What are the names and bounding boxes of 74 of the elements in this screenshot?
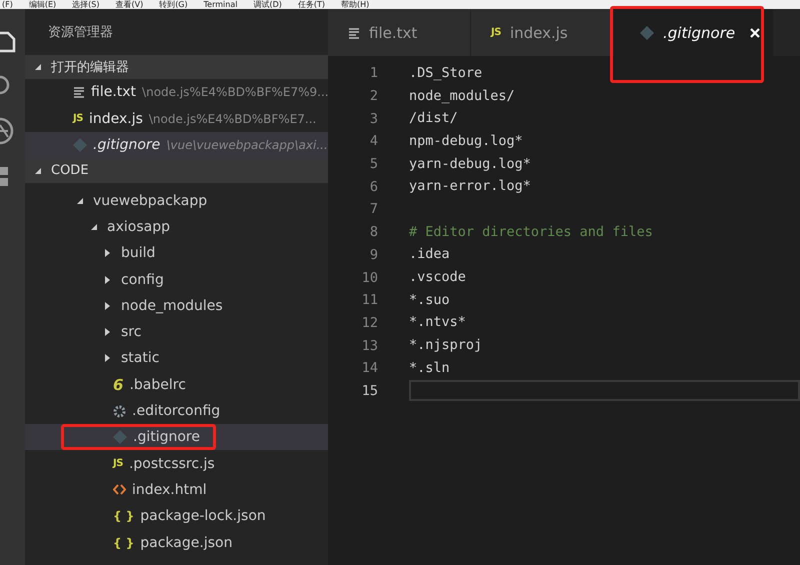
gear-icon bbox=[113, 404, 126, 418]
code-line: yarn-error.log* bbox=[409, 177, 532, 196]
tree-item[interactable]: build bbox=[25, 240, 328, 266]
open-editor-item[interactable]: file.txt \node.js%E4%BD%BF%E7%9... bbox=[25, 79, 328, 106]
line-number: 14 bbox=[360, 360, 378, 376]
js-icon: JS bbox=[491, 27, 501, 38]
code-line: *.njsproj bbox=[409, 336, 484, 356]
menu-item[interactable]: 编辑(E) bbox=[28, 0, 56, 9]
line-number: 12 bbox=[360, 314, 378, 331]
diamond-icon bbox=[73, 138, 87, 152]
editor-tab[interactable]: file.txt bbox=[328, 9, 471, 56]
braces-icon: { } bbox=[113, 536, 134, 550]
line-number: 1 bbox=[368, 65, 378, 82]
files-icon[interactable] bbox=[0, 31, 16, 53]
diamond-icon bbox=[113, 430, 127, 444]
code-line: node_modules/ bbox=[409, 86, 516, 106]
tree-item[interactable]: { } package.json bbox=[25, 529, 328, 556]
line-number: 5 bbox=[368, 156, 378, 172]
diamond-icon bbox=[640, 26, 654, 40]
babel-icon: 6 bbox=[113, 376, 124, 394]
tree-item[interactable]: index.html bbox=[25, 476, 328, 504]
tree-item[interactable]: 6 .babelrc bbox=[25, 372, 328, 398]
line-number: 8 bbox=[368, 224, 378, 240]
lines-icon bbox=[348, 26, 360, 38]
section-header[interactable]: CODE bbox=[25, 158, 328, 182]
line-number: 11 bbox=[360, 292, 378, 308]
line-number: 7 bbox=[368, 201, 378, 218]
close-icon[interactable] bbox=[750, 28, 760, 38]
js-icon: JS bbox=[73, 113, 83, 124]
open-editor-item[interactable]: .gitignore \vue\vuewebpackapp\axi... bbox=[25, 132, 328, 158]
line-number: 15 bbox=[360, 382, 378, 399]
editor-tab[interactable]: .gitignore bbox=[614, 9, 774, 56]
menu-item[interactable]: 转到(G) bbox=[159, 0, 188, 9]
tree-item[interactable]: src bbox=[25, 318, 328, 346]
code-line: /dist/ bbox=[409, 109, 459, 128]
braces-icon: { } bbox=[113, 509, 134, 524]
code-line: # Editor directories and files bbox=[409, 222, 654, 242]
line-number: 6 bbox=[368, 178, 378, 195]
lines-icon bbox=[73, 86, 85, 98]
menu-item[interactable]: 调试(D) bbox=[253, 0, 282, 9]
tree-item[interactable]: node_modules bbox=[25, 292, 328, 319]
angle-brackets-icon bbox=[113, 484, 126, 496]
menu-item[interactable]: (F) bbox=[2, 0, 13, 9]
code-line: npm-debug.log* bbox=[409, 132, 524, 151]
tree-item[interactable]: config bbox=[25, 266, 328, 293]
code-line: *.ntvs* bbox=[409, 313, 467, 332]
section-header[interactable]: 打开的编辑器 bbox=[25, 55, 328, 79]
code-line: *.sln bbox=[409, 358, 451, 378]
code-line: .vscode bbox=[409, 268, 467, 288]
line-number: 10 bbox=[360, 270, 378, 286]
menu-item[interactable]: 查看(V) bbox=[115, 0, 144, 9]
tree-item[interactable]: .editorconfig bbox=[25, 398, 328, 424]
open-editor-item[interactable]: JS index.js \node.js%E4%BD%BF%E7... bbox=[25, 106, 328, 132]
tree-item[interactable]: JS .postcssrc.js bbox=[25, 450, 328, 477]
menu-item[interactable]: 任务(T) bbox=[298, 0, 325, 9]
tree-item[interactable]: { } package-lock.json bbox=[25, 503, 328, 530]
sidebar-title: 资源管理器 bbox=[47, 24, 114, 42]
menu-item[interactable]: Terminal bbox=[204, 0, 238, 9]
line-number: 9 bbox=[368, 246, 378, 263]
code-line: yarn-debug.log* bbox=[409, 154, 532, 174]
line-number: 3 bbox=[368, 110, 378, 127]
line-number: 13 bbox=[360, 338, 378, 354]
line-number: 2 bbox=[368, 88, 378, 104]
code-line: .idea bbox=[409, 245, 451, 264]
js-icon: JS bbox=[113, 458, 123, 470]
tree-item[interactable]: vuewebpackapp bbox=[25, 188, 328, 214]
tree-item[interactable]: axiosapp bbox=[25, 214, 328, 240]
extensions-icon[interactable] bbox=[0, 167, 10, 187]
tree-item[interactable]: static bbox=[25, 345, 328, 372]
menu-item[interactable]: 选择(S) bbox=[72, 0, 100, 9]
code-line: .DS_Store bbox=[409, 64, 484, 83]
code-line: *.suo bbox=[409, 290, 451, 310]
menu-item[interactable]: 帮助(H) bbox=[341, 0, 370, 9]
line-number: 4 bbox=[368, 133, 378, 150]
